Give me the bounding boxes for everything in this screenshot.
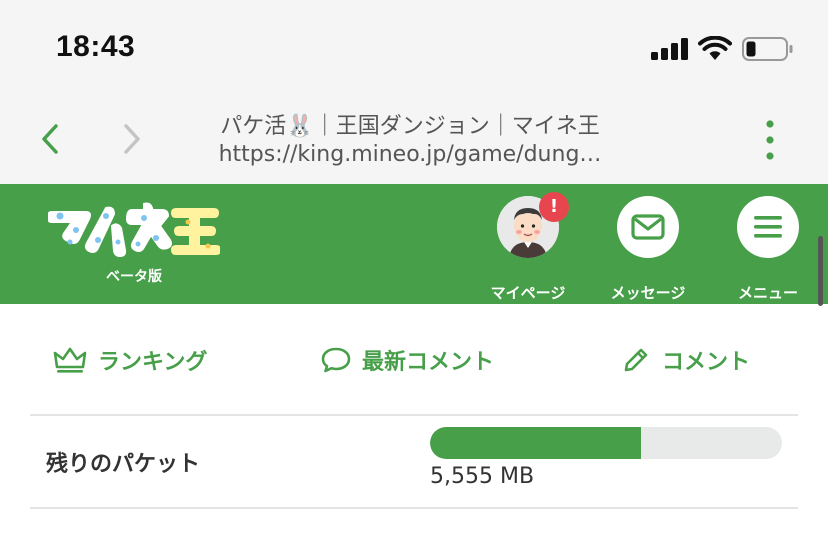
packet-progress-bar [430,427,782,459]
notification-badge: ! [539,192,569,222]
status-bar: 18:43 [0,0,828,92]
tab-ranking[interactable]: ランキング [52,340,207,380]
site-header: ベータ版 ! マイページ メッセージ メニュー [0,184,828,304]
tab-ranking-label: ランキング [98,350,208,375]
speech-bubble-icon [321,347,351,373]
forward-arrow-icon[interactable] [116,122,146,156]
tab-comment-label: コメント [662,350,751,375]
cellular-signal-icon [651,38,688,60]
divider [30,414,798,416]
message-label: メッセージ [610,284,686,302]
more-options-icon[interactable] [758,118,782,162]
tab-latest-comments[interactable]: 最新コメント [320,340,494,380]
status-time: 18:43 [56,30,136,63]
wifi-icon [698,36,732,60]
menu-circle [737,196,799,258]
divider [30,507,798,509]
logo-image [47,202,221,258]
mineo-logo[interactable] [47,202,221,258]
message-button[interactable]: メッセージ [603,196,693,302]
remaining-packet-label: 残りのパケット [46,452,201,477]
back-arrow-icon[interactable] [36,122,66,156]
crown-icon [53,347,87,373]
packet-progress-fill [430,427,642,459]
envelope-icon [631,214,665,240]
message-circle [617,196,679,258]
menu-label: メニュー [737,284,798,302]
mypage-button[interactable]: ! マイページ [483,192,573,302]
pencil-icon [624,348,648,372]
logo-beta-label: ベータ版 [106,269,162,285]
battery-icon [742,37,793,61]
tab-latest-comments-label: 最新コメント [362,350,495,375]
tab-comment[interactable]: コメント [620,340,750,380]
hamburger-menu-icon [754,216,782,238]
scrollbar[interactable] [818,236,823,306]
menu-button[interactable]: メニュー [723,196,813,302]
browser-bar: パケ活🐰｜王国ダンジョン｜マイネ王 https://king.mineo.jp/… [0,92,828,184]
remaining-packet-value: 5,555 MB [430,464,535,489]
page-url[interactable]: https://king.mineo.jp/game/dung… [160,142,660,167]
mypage-label: マイページ [490,284,566,302]
page-title: パケ活🐰｜王国ダンジョン｜マイネ王 [220,114,600,139]
